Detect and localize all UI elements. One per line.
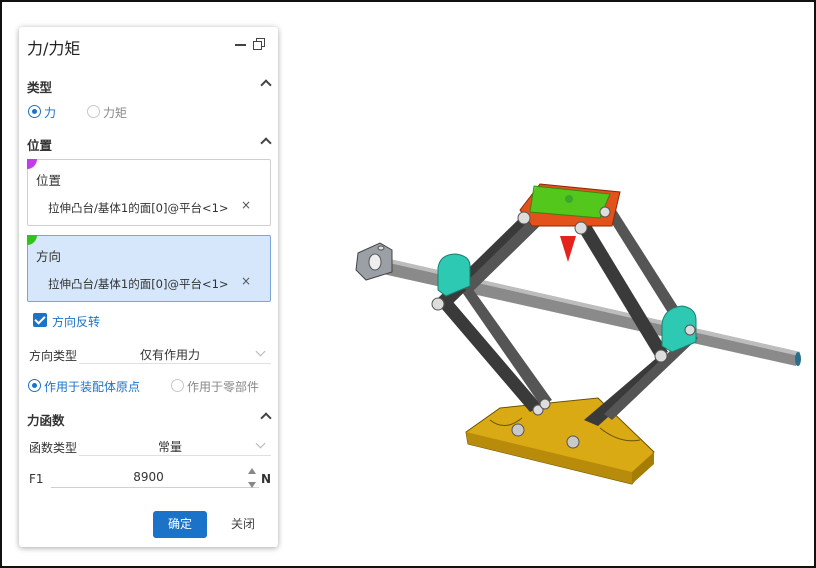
close-button[interactable]: 关闭 (223, 511, 263, 538)
spin-down-icon[interactable] (248, 482, 256, 488)
chevron-down-icon (255, 347, 267, 359)
f1-label: F1 (29, 472, 44, 486)
panel-title: 力/力矩 (27, 39, 81, 58)
force-arrow-icon (560, 236, 576, 262)
direction-color-marker (27, 235, 37, 245)
force-function-section-title: 力函数 (27, 413, 65, 428)
reverse-direction-checkbox[interactable] (33, 313, 47, 327)
model-viewport[interactable] (340, 170, 810, 490)
function-type-label: 函数类型 (29, 441, 78, 455)
direction-box-value: 拉伸凸台/基体1的面[0]@平台<1> (48, 277, 229, 291)
position-remove-icon[interactable]: × (241, 198, 251, 212)
function-type-dropdown[interactable]: 常量 (79, 436, 271, 456)
apply-assembly-origin-label[interactable]: 作用于装配体原点 (44, 378, 140, 395)
spin-up-icon[interactable] (248, 468, 256, 474)
direction-type-label: 方向类型 (29, 349, 78, 363)
force-radio[interactable] (28, 105, 41, 118)
ok-button[interactable]: 确定 (153, 511, 207, 538)
direction-type-dropdown[interactable]: 仅有作用力 (79, 344, 271, 364)
force-radio-label[interactable]: 力 (44, 104, 56, 121)
reverse-direction-label[interactable]: 方向反转 (52, 313, 100, 330)
apply-component-label[interactable]: 作用于零部件 (187, 378, 259, 395)
f1-input[interactable]: 8900 (51, 468, 259, 488)
torque-radio[interactable] (87, 105, 100, 118)
position-selection-box[interactable]: 位置 拉伸凸台/基体1的面[0]@平台<1> × (27, 159, 271, 226)
torque-radio-label[interactable]: 力矩 (103, 104, 127, 121)
function-type-value: 常量 (157, 440, 182, 454)
direction-box-label: 方向 (36, 249, 62, 264)
apply-assembly-origin-radio[interactable] (28, 379, 41, 392)
minimize-icon[interactable] (234, 37, 248, 51)
position-collapse-chevron-icon[interactable] (260, 135, 272, 147)
f1-unit: N (261, 472, 272, 486)
position-section-title: 位置 (27, 138, 53, 153)
chevron-down-icon (255, 439, 267, 451)
direction-remove-icon[interactable]: × (241, 274, 251, 288)
position-box-label: 位置 (36, 173, 62, 188)
apply-component-radio[interactable] (171, 379, 184, 392)
direction-selection-box[interactable]: 方向 拉伸凸台/基体1的面[0]@平台<1> × (27, 235, 271, 302)
force-function-collapse-chevron-icon[interactable] (260, 410, 272, 422)
position-color-marker (27, 159, 37, 169)
position-box-value: 拉伸凸台/基体1的面[0]@平台<1> (48, 201, 229, 215)
type-section-title: 类型 (27, 80, 53, 95)
top-platform (517, 183, 621, 235)
type-collapse-chevron-icon[interactable] (260, 77, 272, 89)
f1-value: 8900 (133, 470, 164, 484)
force-torque-panel: 力/力矩 类型 力 力矩 位置 位置 拉伸凸台/基体1的面[0]@平台<1> ×… (19, 27, 278, 547)
jack-base (465, 397, 655, 485)
direction-type-value: 仅有作用力 (139, 348, 200, 362)
restore-icon[interactable] (253, 37, 267, 51)
